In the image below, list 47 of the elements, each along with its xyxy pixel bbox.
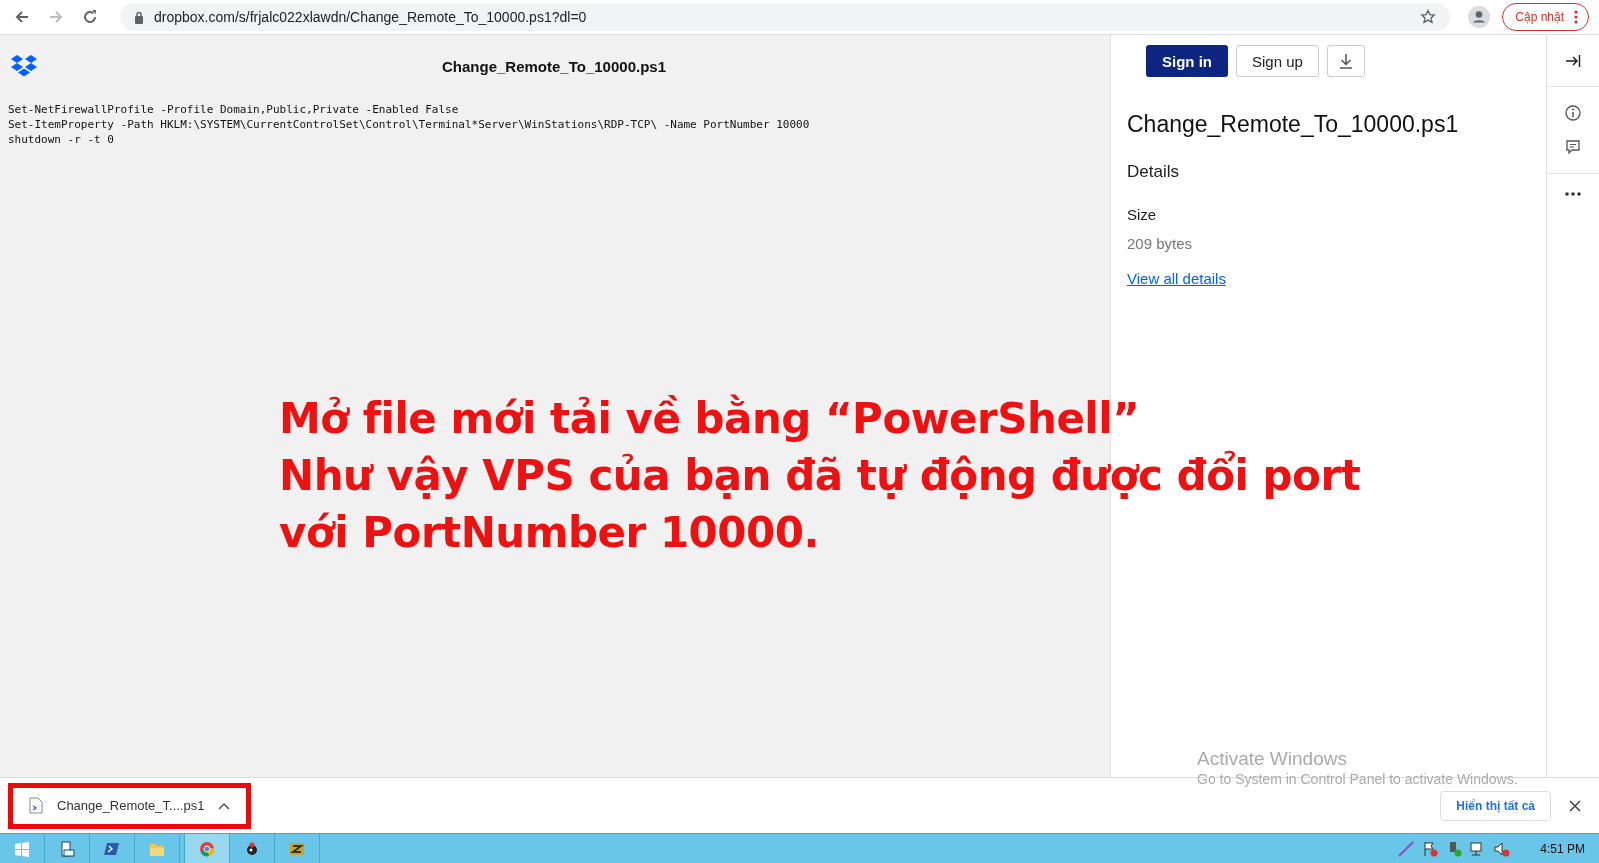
- download-file-name: Change_Remote_T....ps1: [57, 798, 205, 813]
- file-name: Change_Remote_To_10000.ps1: [1127, 111, 1459, 138]
- download-icon: [1338, 53, 1353, 69]
- address-bar[interactable]: dropbox.com/s/frjalc022xlawdn/Change_Remote_To_10000.ps1?dl=0: [120, 3, 1451, 31]
- sign-up-button[interactable]: Sign up: [1236, 45, 1319, 77]
- show-all-button[interactable]: Hiển thị tất cả: [1440, 790, 1551, 821]
- speaker-icon[interactable]: [1494, 840, 1511, 857]
- download-button[interactable]: [1326, 45, 1365, 77]
- powershell-icon: [104, 840, 120, 857]
- caret-icon[interactable]: [218, 801, 231, 810]
- profile-icon[interactable]: [1468, 6, 1491, 28]
- server-manager-icon: [59, 840, 75, 857]
- code-line: shutdown -r -t 0: [8, 132, 115, 147]
- close-icon[interactable]: [1569, 799, 1581, 812]
- file-icon: [29, 797, 43, 814]
- code-line: Set-ItemProperty -Path HKLM:\SYSTEM\CurrentControlSet\Control\Terminal*Server\WinStations\RDP-TCP\ -Name PortNumber 10000: [8, 117, 811, 132]
- comment-icon[interactable]: [1565, 139, 1581, 155]
- lock-icon: [134, 10, 144, 24]
- view-details-link[interactable]: View all details: [1127, 270, 1226, 287]
- size-label: Size: [1127, 206, 1157, 223]
- more-icon[interactable]: [1565, 192, 1581, 196]
- update-button[interactable]: Cập nhật: [1502, 3, 1589, 31]
- activation-title: Activate Windows: [1197, 748, 1348, 770]
- flag-icon[interactable]: [1422, 840, 1439, 857]
- annotation-text: Như vậy VPS của bạn đã tự động được đổi port: [279, 449, 1361, 502]
- back-icon[interactable]: [14, 9, 30, 25]
- annotation-text: Mở file mới tải về bằng “PowerShell”: [279, 393, 1141, 445]
- clock-text: 4:51 PM: [1540, 841, 1585, 856]
- archive-icon: [289, 840, 305, 857]
- windows-logo-icon: [14, 840, 30, 857]
- pen-icon[interactable]: [1398, 840, 1415, 857]
- info-icon[interactable]: [1565, 105, 1581, 121]
- star-icon[interactable]: [1420, 9, 1437, 25]
- code-line: Set-NetFirewallProfile -Profile Domain,Public,Private -Enabled False: [8, 102, 460, 117]
- chrome-icon: [199, 840, 215, 857]
- activation-message: Go to System in Control Panel to activate Windows.: [1197, 771, 1518, 787]
- bug-icon: [244, 840, 260, 857]
- file-title: Change_Remote_To_10000.ps1: [441, 57, 667, 75]
- sign-in-button[interactable]: Sign in: [1146, 45, 1228, 77]
- download-item[interactable]: Change_Remote_T....ps1: [8, 782, 252, 829]
- annotation-text: với PortNumber 10000.: [279, 507, 820, 559]
- collapse-panel-icon[interactable]: [1565, 54, 1581, 68]
- dropbox-logo-icon[interactable]: [10, 54, 38, 78]
- reload-icon[interactable]: [82, 9, 98, 25]
- url-text: dropbox.com/s/frjalc022xlawdn/Change_Remote_To_10000.ps1?dl=0: [154, 9, 587, 25]
- details-heading: Details: [1127, 162, 1179, 182]
- size-value: 209 bytes: [1127, 235, 1193, 252]
